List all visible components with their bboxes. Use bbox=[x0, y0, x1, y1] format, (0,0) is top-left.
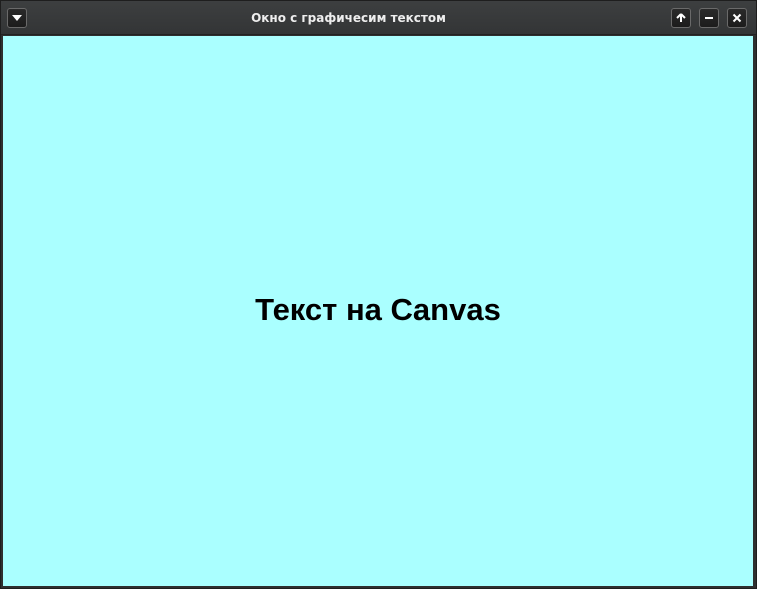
close-button[interactable] bbox=[727, 8, 747, 28]
minimize-button[interactable] bbox=[699, 8, 719, 28]
chevron-down-icon bbox=[12, 15, 22, 21]
maximize-button[interactable] bbox=[671, 8, 691, 28]
app-window: Окно с графичесим текстом Текст на Canva… bbox=[0, 0, 757, 589]
arrow-up-icon bbox=[676, 13, 686, 23]
window-title: Окно с графичесим текстом bbox=[251, 11, 446, 25]
drawing-canvas[interactable]: Текст на Canvas bbox=[3, 36, 753, 586]
canvas-text: Текст на Canvas bbox=[255, 292, 501, 327]
title-bar[interactable]: Окно с графичесим текстом bbox=[1, 1, 756, 35]
minus-icon bbox=[704, 13, 714, 23]
close-icon bbox=[732, 13, 742, 23]
window-menu-button[interactable] bbox=[7, 8, 27, 28]
